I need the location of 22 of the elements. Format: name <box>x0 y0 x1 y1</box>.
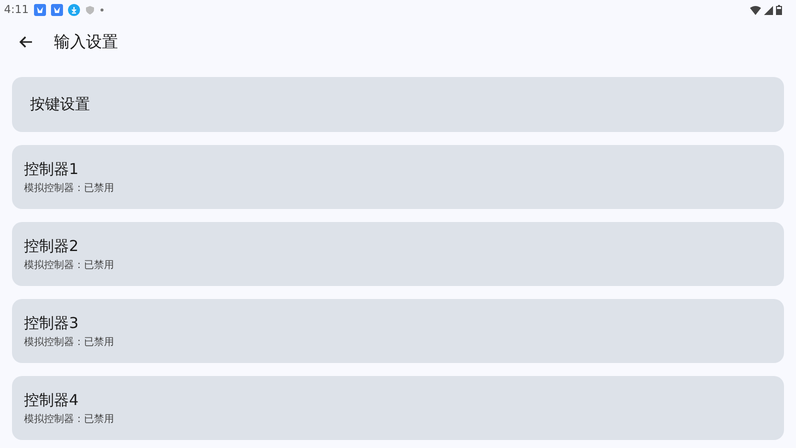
battery-icon <box>776 5 782 15</box>
controller-title: 控制器3 <box>24 314 80 332</box>
controller-item[interactable]: 控制器1 模拟控制器：已禁用 <box>12 145 784 209</box>
wifi-icon <box>750 6 761 14</box>
controller-title: 控制器1 <box>24 160 80 178</box>
shield-icon <box>84 5 95 15</box>
dot-icon <box>100 8 104 12</box>
controller-item[interactable]: 控制器2 模拟控制器：已禁用 <box>12 222 784 286</box>
signal-icon <box>764 6 773 14</box>
back-arrow-icon <box>19 36 33 48</box>
controller-item[interactable]: 控制器4 模拟控制器：已禁用 <box>12 376 784 440</box>
controller-item[interactable]: 控制器3 模拟控制器：已禁用 <box>12 299 784 363</box>
download-icon <box>68 4 80 16</box>
controller-title: 控制器2 <box>24 236 80 254</box>
controller-status: 模拟控制器：已禁用 <box>24 182 115 194</box>
key-settings-item[interactable]: 按键设置 <box>12 77 784 132</box>
controller-status: 模拟控制器：已禁用 <box>24 336 115 348</box>
status-time: 4:11 <box>4 2 29 18</box>
page-title: 输入设置 <box>54 31 118 53</box>
controller-title: 控制器4 <box>24 390 80 408</box>
controller-status: 模拟控制器：已禁用 <box>24 260 115 272</box>
controller-status: 模拟控制器：已禁用 <box>24 414 115 426</box>
